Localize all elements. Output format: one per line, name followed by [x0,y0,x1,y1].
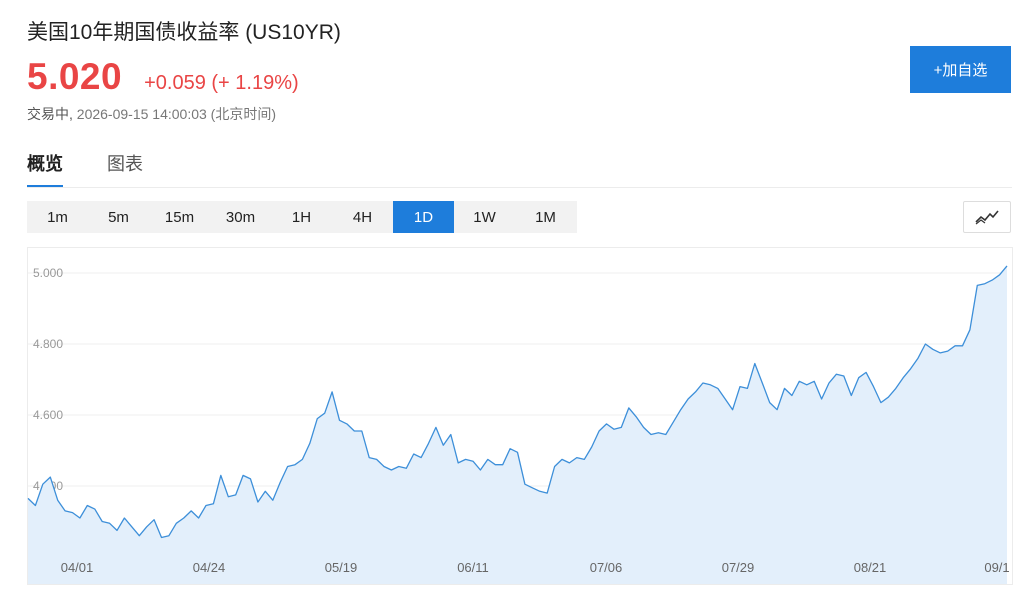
timestamp: 2026-09-15 14:00:03 (北京时间) [76,106,276,122]
interval-selector: 1m 5m 15m 30m 1H 4H 1D 1W 1M [27,201,577,233]
interval-1w[interactable]: 1W [454,201,515,233]
tab-overview[interactable]: 概览 [27,150,63,188]
add-watchlist-button[interactable]: +加自选 [910,46,1011,93]
interval-5m[interactable]: 5m [88,201,149,233]
status-label: 交易中, [27,106,73,122]
interval-30m[interactable]: 30m [210,201,271,233]
tab-divider [27,187,1012,188]
interval-1d[interactable]: 1D [393,201,454,233]
chart-panel [27,247,1013,585]
interval-1mo[interactable]: 1M [515,201,576,233]
line-chart-icon [975,210,999,225]
tab-chart[interactable]: 图表 [107,150,143,186]
interval-1h[interactable]: 1H [271,201,332,233]
chart-type-button[interactable] [963,201,1011,233]
interval-4h[interactable]: 4H [332,201,393,233]
tab-bar: 概览 图表 [27,150,187,188]
trading-status: 交易中, 2026-09-15 14:00:03 (北京时间) [27,104,276,124]
last-price: 5.020 [27,56,123,97]
price-row: 5.020 +0.059 (+ 1.19%) [27,56,299,98]
interval-15m[interactable]: 15m [149,201,210,233]
instrument-title: 美国10年期国债收益率 (US10YR) [27,21,341,44]
interval-1m[interactable]: 1m [27,201,88,233]
price-change: +0.059 (+ 1.19%) [144,72,299,94]
